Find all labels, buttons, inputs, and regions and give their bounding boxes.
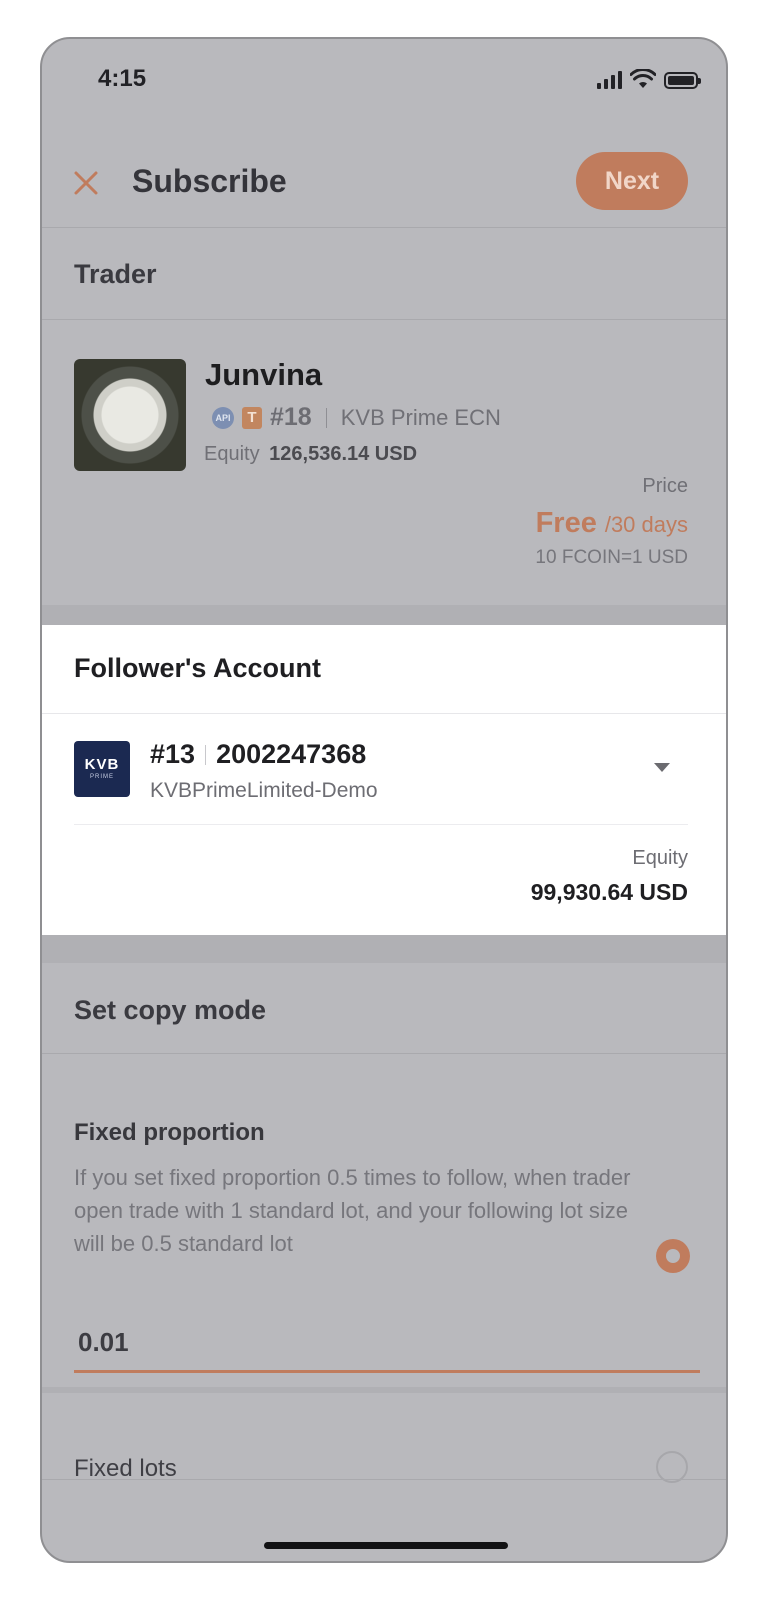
fixed-proportion-description: If you set fixed proportion 0.5 times to… — [74, 1165, 631, 1256]
follower-section-title: Follower's Account — [74, 653, 321, 683]
broker-logo-subtext: PRIME — [89, 774, 114, 780]
trader-broker: KVB Prime ECN — [340, 404, 501, 430]
section-gap-2 — [42, 935, 726, 963]
account-rank: #13 — [150, 739, 196, 769]
trader-rank: #18 — [270, 403, 312, 431]
trader-avatar — [74, 359, 186, 471]
fixed-proportion-title: Fixed proportion — [74, 1119, 265, 1146]
trader-section-title: Trader — [74, 259, 157, 289]
trader-divider — [42, 319, 726, 320]
trader-equity-label: Equity — [204, 443, 260, 465]
header-divider — [42, 227, 726, 228]
account-selector[interactable]: #13 2002247368 — [150, 739, 366, 770]
bottom-divider — [42, 1479, 726, 1480]
follower-account-panel: Follower's Account KVB PRIME #13 2002247… — [42, 625, 726, 935]
copy-mode-title: Set copy mode — [74, 995, 267, 1025]
follower-equity-value: 99,930.64 USD — [530, 879, 688, 905]
follower-divider — [42, 713, 726, 714]
trader-badges: API T #18 KVB Prime ECN — [212, 403, 501, 432]
copy-mode-divider — [42, 1053, 726, 1054]
coin-rate: 10 FCOIN=1 USD — [535, 547, 688, 568]
api-badge-icon: API — [212, 406, 234, 429]
close-icon[interactable] — [72, 169, 100, 197]
section-gap — [42, 605, 726, 625]
rank-separator — [325, 407, 327, 428]
chevron-down-icon[interactable] — [654, 763, 670, 772]
status-icons — [597, 69, 701, 89]
price-period: /30 days — [604, 512, 688, 537]
account-server: KVBPrimeLimited-Demo — [150, 779, 378, 802]
account-divider — [74, 824, 688, 825]
proportion-input[interactable]: 0.01 — [74, 1327, 700, 1373]
wifi-icon — [630, 69, 656, 88]
signal-icon — [597, 71, 622, 89]
follower-equity-label: Equity — [632, 847, 688, 869]
fixed-proportion-radio[interactable] — [656, 1239, 690, 1273]
price-free: Free — [535, 507, 597, 539]
account-separator — [205, 744, 207, 765]
page-title: Subscribe — [132, 163, 287, 199]
price-value: Free /30 days — [536, 507, 688, 540]
status-time: 4:15 — [98, 65, 147, 92]
home-indicator — [264, 1542, 508, 1549]
trader-equity-value: 126,536.14 USD — [269, 443, 418, 465]
trader-equity: Equity 126,536.14 USD — [204, 443, 417, 466]
price-label: Price — [642, 475, 688, 497]
next-button[interactable]: Next — [576, 152, 688, 210]
account-number: 2002247368 — [216, 739, 367, 769]
broker-logo: KVB PRIME — [74, 741, 130, 797]
t-badge-icon: T — [242, 406, 262, 429]
trader-name: Junvina — [205, 357, 323, 392]
phone-frame: 4:15 Subscribe Next Trader Junvina API T… — [40, 37, 728, 1563]
section-gap-3 — [42, 1387, 726, 1393]
battery-icon — [664, 72, 701, 89]
broker-logo-text: KVB — [84, 756, 120, 773]
